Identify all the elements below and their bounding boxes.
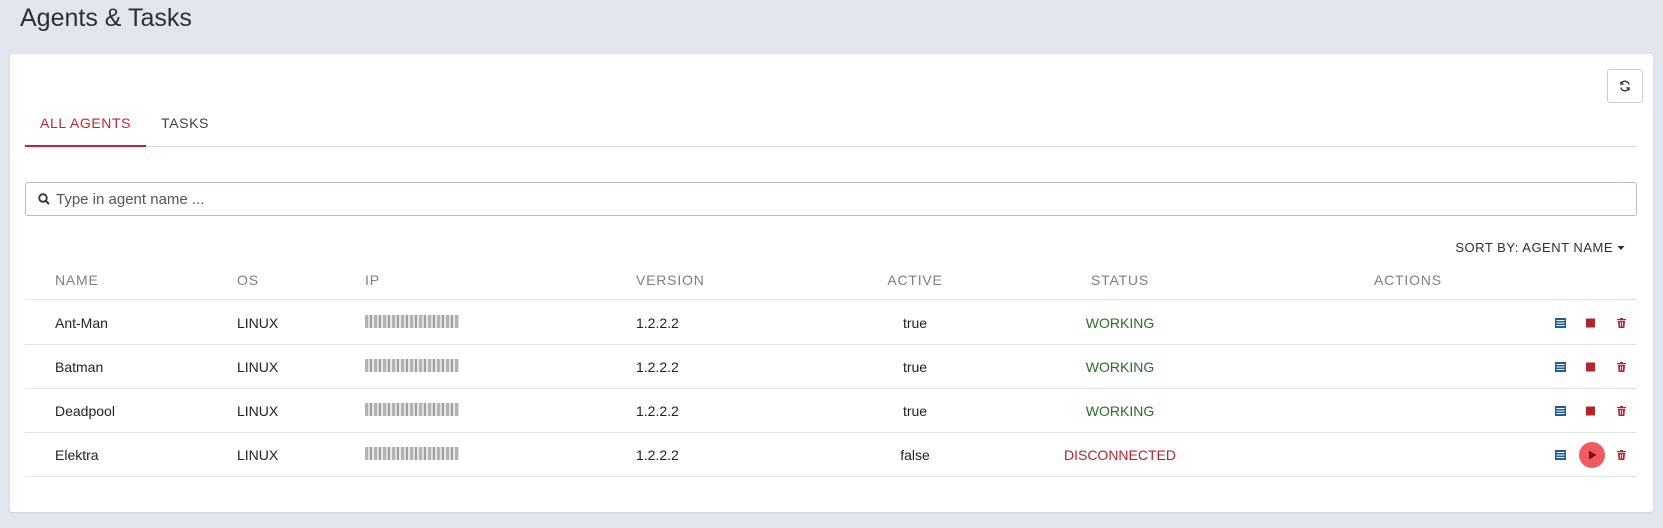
delete-button[interactable] xyxy=(1617,361,1626,372)
log-icon xyxy=(1555,361,1566,372)
log-icon xyxy=(1555,449,1566,460)
trash-icon xyxy=(1617,317,1626,328)
page-title: Agents & Tasks xyxy=(20,4,192,32)
stop-icon xyxy=(1586,362,1595,371)
tab-bar: ALL AGENTS TASKS xyxy=(25,100,1637,147)
ip-redacted xyxy=(365,358,459,372)
agent-os: LINUX xyxy=(237,314,279,331)
agent-active: true xyxy=(902,402,928,419)
search-input[interactable] xyxy=(56,190,1575,208)
stop-button[interactable] xyxy=(1586,406,1595,415)
delete-button[interactable] xyxy=(1617,405,1626,416)
agent-os: LINUX xyxy=(237,358,279,375)
col-header-version[interactable]: VERSION xyxy=(636,272,705,288)
log-icon xyxy=(1555,405,1566,416)
stop-button[interactable] xyxy=(1586,362,1595,371)
agent-status: WORKING xyxy=(1085,358,1155,375)
agent-version: 1.2.2.2 xyxy=(636,446,679,463)
view-log-button[interactable] xyxy=(1555,361,1566,372)
delete-button[interactable] xyxy=(1617,449,1626,460)
ip-redacted xyxy=(365,446,459,460)
col-header-actions: ACTIONS xyxy=(1374,271,1442,288)
row-actions xyxy=(1527,345,1637,389)
col-header-status[interactable]: STATUS xyxy=(1055,272,1185,288)
agent-name: Ant-Man xyxy=(55,314,108,331)
agent-ip xyxy=(365,446,459,463)
agent-status: DISCONNECTED xyxy=(1063,446,1176,463)
view-log-button[interactable] xyxy=(1555,317,1566,328)
search-icon xyxy=(38,193,50,205)
table-row: Elektra LINUX 1.2.2.2 false DISCONNECTED xyxy=(25,433,1637,477)
agent-os: LINUX xyxy=(237,446,279,463)
caret-down-icon xyxy=(1617,245,1625,250)
agent-ip xyxy=(365,314,459,331)
tab-all-agents[interactable]: ALL AGENTS xyxy=(25,100,147,147)
agent-ip xyxy=(365,402,459,419)
sort-dropdown[interactable]: SORT BY: AGENT NAME xyxy=(1455,240,1625,255)
agent-name: Batman xyxy=(55,358,104,375)
table-row: Ant-Man LINUX 1.2.2.2 true WORKING xyxy=(25,301,1637,345)
agent-version: 1.2.2.2 xyxy=(636,402,679,419)
play-icon xyxy=(1588,450,1596,459)
agent-active: false xyxy=(900,446,930,463)
trash-icon xyxy=(1617,449,1626,460)
agent-version: 1.2.2.2 xyxy=(636,314,679,331)
ip-redacted xyxy=(365,402,459,416)
col-header-ip[interactable]: IP xyxy=(365,272,380,288)
stop-icon xyxy=(1586,318,1595,327)
agent-os: LINUX xyxy=(237,402,279,419)
row-actions xyxy=(1527,389,1637,433)
view-log-button[interactable] xyxy=(1555,449,1566,460)
stop-button[interactable] xyxy=(1586,318,1595,327)
start-button[interactable] xyxy=(1579,441,1605,468)
tab-tasks[interactable]: TASKS xyxy=(146,99,224,146)
trash-icon xyxy=(1617,361,1626,372)
delete-button[interactable] xyxy=(1617,317,1626,328)
sort-label: SORT BY: AGENT NAME xyxy=(1455,240,1613,255)
refresh-button[interactable] xyxy=(1607,69,1643,103)
row-actions xyxy=(1527,301,1637,345)
agent-ip xyxy=(365,358,459,375)
view-log-button[interactable] xyxy=(1555,405,1566,416)
stop-icon xyxy=(1586,406,1595,415)
agent-status: WORKING xyxy=(1085,402,1155,419)
agent-active: true xyxy=(902,358,928,375)
table-row: Deadpool LINUX 1.2.2.2 true WORKING xyxy=(25,389,1637,433)
col-header-name[interactable]: NAME xyxy=(55,272,99,288)
refresh-icon xyxy=(1620,80,1630,92)
agent-name: Deadpool xyxy=(55,402,115,419)
table-row: Batman LINUX 1.2.2.2 true WORKING xyxy=(25,345,1637,389)
agents-card: ALL AGENTS TASKS SORT BY: AGENT NAME NAM… xyxy=(10,54,1653,512)
search-box xyxy=(25,182,1637,216)
col-header-active[interactable]: ACTIVE xyxy=(885,272,945,288)
row-actions xyxy=(1527,433,1637,477)
agent-active: true xyxy=(902,314,928,331)
ip-redacted xyxy=(365,314,459,328)
agent-status: WORKING xyxy=(1085,314,1155,331)
trash-icon xyxy=(1617,405,1626,416)
agent-name: Elektra xyxy=(55,446,99,463)
table-header: NAME OS IP VERSION ACTIVE STATUS ACTIONS xyxy=(25,260,1637,300)
log-icon xyxy=(1555,317,1566,328)
agent-version: 1.2.2.2 xyxy=(636,358,679,375)
col-header-os[interactable]: OS xyxy=(237,272,259,288)
